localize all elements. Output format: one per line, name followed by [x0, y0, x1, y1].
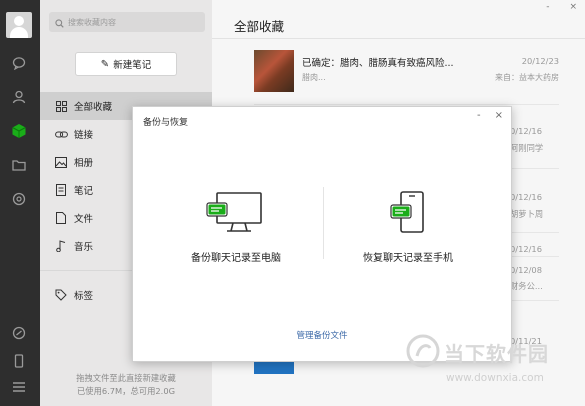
- tag-icon: [54, 288, 68, 302]
- menu-icon[interactable]: [8, 376, 30, 398]
- new-note-button[interactable]: ✎ 新建笔记: [75, 52, 177, 76]
- sidebar-item-label: 文件: [74, 214, 94, 225]
- window-controls: - ×: [546, 2, 577, 12]
- storage-usage: 已使用6.7M，总可用2.0G: [76, 386, 176, 396]
- drag-hint: 拖拽文件至此直接新建收藏: [76, 373, 176, 383]
- backup-restore-dialog: 备份与恢复 - × 备份聊天记录至电脑 恢复聊天记录至手机 管理备份文件: [132, 106, 512, 362]
- sidebar-item-label: 音乐: [74, 242, 94, 253]
- contacts-icon[interactable]: [8, 86, 30, 108]
- favorites-icon[interactable]: [8, 120, 30, 142]
- sidebar-item-label: 全部收藏: [74, 102, 113, 113]
- search-icon: [55, 13, 64, 32]
- storage-info: 拖拽文件至此直接新建收藏 已使用6.7M，总可用2.0G: [40, 372, 212, 398]
- watermark-name: 当下软件园: [444, 342, 549, 366]
- item-date: 0/12/08: [510, 265, 542, 275]
- restore-to-phone-option[interactable]: 恢复聊天记录至手机: [333, 191, 483, 264]
- search-placeholder: 搜索收藏内容: [68, 17, 116, 27]
- phone-icon: [333, 191, 483, 235]
- wechat-favorites-window: 搜索收藏内容 ✎ 新建笔记 全部收藏 链接 相册 笔记 文件 音乐 标签 拖拽文…: [0, 0, 585, 406]
- options-divider: [323, 187, 324, 259]
- sidebar-item-label: 标签: [74, 291, 94, 302]
- dialog-minimize-button[interactable]: -: [477, 110, 481, 121]
- item-date: 0/12/16: [510, 192, 542, 202]
- computer-icon: [161, 191, 311, 235]
- sidebar-item-label: 相册: [74, 158, 94, 169]
- mini-program-icon[interactable]: [8, 322, 30, 344]
- pen-icon: ✎: [100, 58, 110, 70]
- item-source: 财务公...: [510, 281, 543, 291]
- backup-to-pc-label: 备份聊天记录至电脑: [191, 253, 281, 264]
- avatar[interactable]: [6, 12, 32, 38]
- minimize-button[interactable]: -: [546, 2, 549, 12]
- item-date: 20/12/23: [521, 56, 559, 66]
- sidebar-item-label: 笔记: [74, 186, 94, 197]
- folder-icon[interactable]: [8, 154, 30, 176]
- item-date: 0/12/16: [510, 244, 542, 254]
- item-subtitle: 腊肉...: [302, 73, 326, 82]
- item-title: 已确定：腊肉、腊肠真有致癌风险...: [302, 58, 454, 69]
- image-icon: [54, 155, 68, 169]
- restore-to-phone-label: 恢复聊天记录至手机: [363, 253, 453, 264]
- item-thumbnail: [254, 50, 294, 92]
- file-icon: [54, 211, 68, 225]
- backup-to-pc-option[interactable]: 备份聊天记录至电脑: [161, 191, 311, 264]
- grid-icon: [54, 99, 68, 113]
- icon-rail: [0, 0, 40, 406]
- moments-icon[interactable]: [8, 188, 30, 210]
- item-source: 胡萝卜周: [510, 209, 544, 219]
- close-button[interactable]: ×: [569, 2, 577, 12]
- search-input[interactable]: 搜索收藏内容: [49, 12, 205, 32]
- header-divider: [212, 38, 585, 39]
- note-icon: [54, 183, 68, 197]
- chat-icon[interactable]: [8, 52, 30, 74]
- watermark-url: www.downxia.com: [446, 372, 544, 384]
- item-date: 0/12/16: [510, 126, 542, 136]
- music-icon: [54, 239, 68, 253]
- dialog-controls: - ×: [477, 110, 503, 121]
- sidebar-item-label: 链接: [74, 130, 94, 141]
- link-icon: [54, 127, 68, 141]
- page-title: 全部收藏: [234, 19, 285, 34]
- new-note-label: 新建笔记: [113, 60, 152, 71]
- item-source: 来自：益本大药房: [495, 73, 559, 82]
- item-source: 阿刚同学: [510, 143, 544, 153]
- phone-icon[interactable]: [8, 350, 30, 372]
- watermark-logo-icon: [406, 334, 440, 368]
- dialog-title: 备份与恢复: [143, 118, 189, 128]
- dialog-close-button[interactable]: ×: [495, 110, 503, 121]
- row-divider: [254, 104, 559, 105]
- list-item[interactable]: 已确定：腊肉、腊肠真有致癌风险... 腊肉... 20/12/23 来自：益本大…: [254, 50, 559, 94]
